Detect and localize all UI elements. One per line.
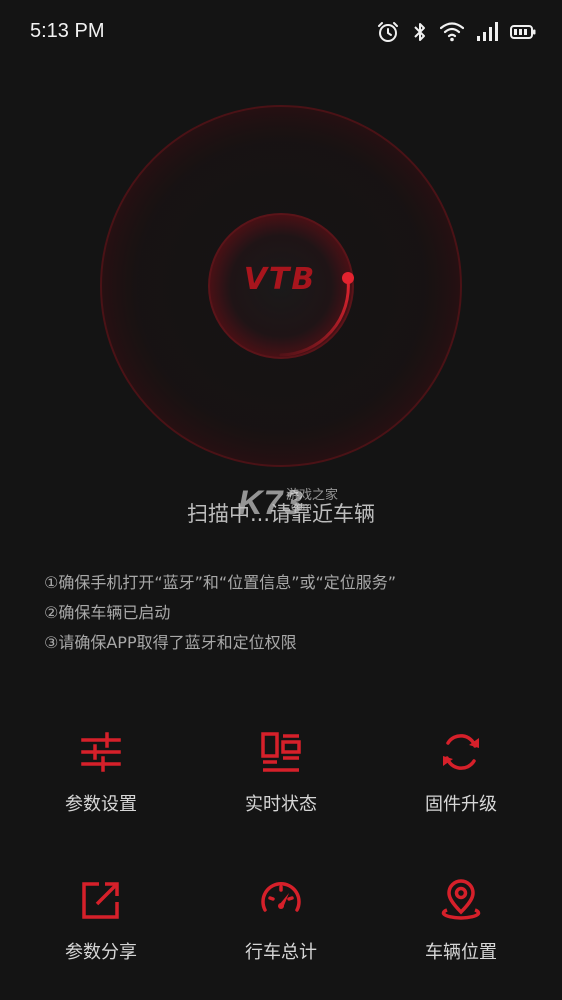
tip-item: ②确保车辆已启动 xyxy=(44,603,171,622)
alarm-icon xyxy=(378,22,398,42)
menu-item-label: 参数设置 xyxy=(65,794,137,815)
tip-item: ①确保手机打开“蓝牙”和“位置信息”或“定位服务” xyxy=(44,573,397,592)
location-pin-icon xyxy=(441,879,481,920)
tip-item: ③请确保APP取得了蓝牙和定位权限 xyxy=(44,633,297,652)
vtb-logo: VTB xyxy=(243,262,317,297)
menu-item-param-share[interactable]: 参数分享 xyxy=(21,878,181,964)
share-icon xyxy=(82,882,119,919)
battery-icon xyxy=(510,25,536,39)
menu-item-label: 参数分享 xyxy=(65,942,137,963)
speedometer-icon xyxy=(261,882,301,912)
wifi-icon xyxy=(440,22,464,42)
menu-item-vehicle-location[interactable]: 车辆位置 xyxy=(381,878,541,964)
menu-item-label: 实时状态 xyxy=(245,794,317,815)
menu-item-label: 行车总计 xyxy=(245,942,317,963)
tips-list: ①确保手机打开“蓝牙”和“位置信息”或“定位服务” ②确保车辆已启动 ③请确保A… xyxy=(44,568,396,658)
menu-item-label: 车辆位置 xyxy=(425,942,497,963)
scan-status-text: 扫描中...请靠近车辆 xyxy=(186,502,376,526)
sliders-icon xyxy=(81,732,121,772)
menu-item-trip-total[interactable]: 行车总计 xyxy=(201,878,361,964)
menu-item-firmware-upgrade[interactable]: 固件升级 xyxy=(381,730,541,816)
menu-item-param-settings[interactable]: 参数设置 xyxy=(21,730,181,816)
status-time: 5:13 PM xyxy=(30,20,105,42)
status-bar: 5:13 PM xyxy=(0,0,562,64)
bluetooth-icon xyxy=(414,23,425,41)
status-icons xyxy=(376,20,536,44)
signal-icon xyxy=(477,22,498,41)
menu-item-label: 固件升级 xyxy=(425,794,497,815)
status-panel-icon xyxy=(261,732,301,772)
refresh-icon xyxy=(443,734,479,770)
menu-item-realtime-status[interactable]: 实时状态 xyxy=(201,730,361,816)
